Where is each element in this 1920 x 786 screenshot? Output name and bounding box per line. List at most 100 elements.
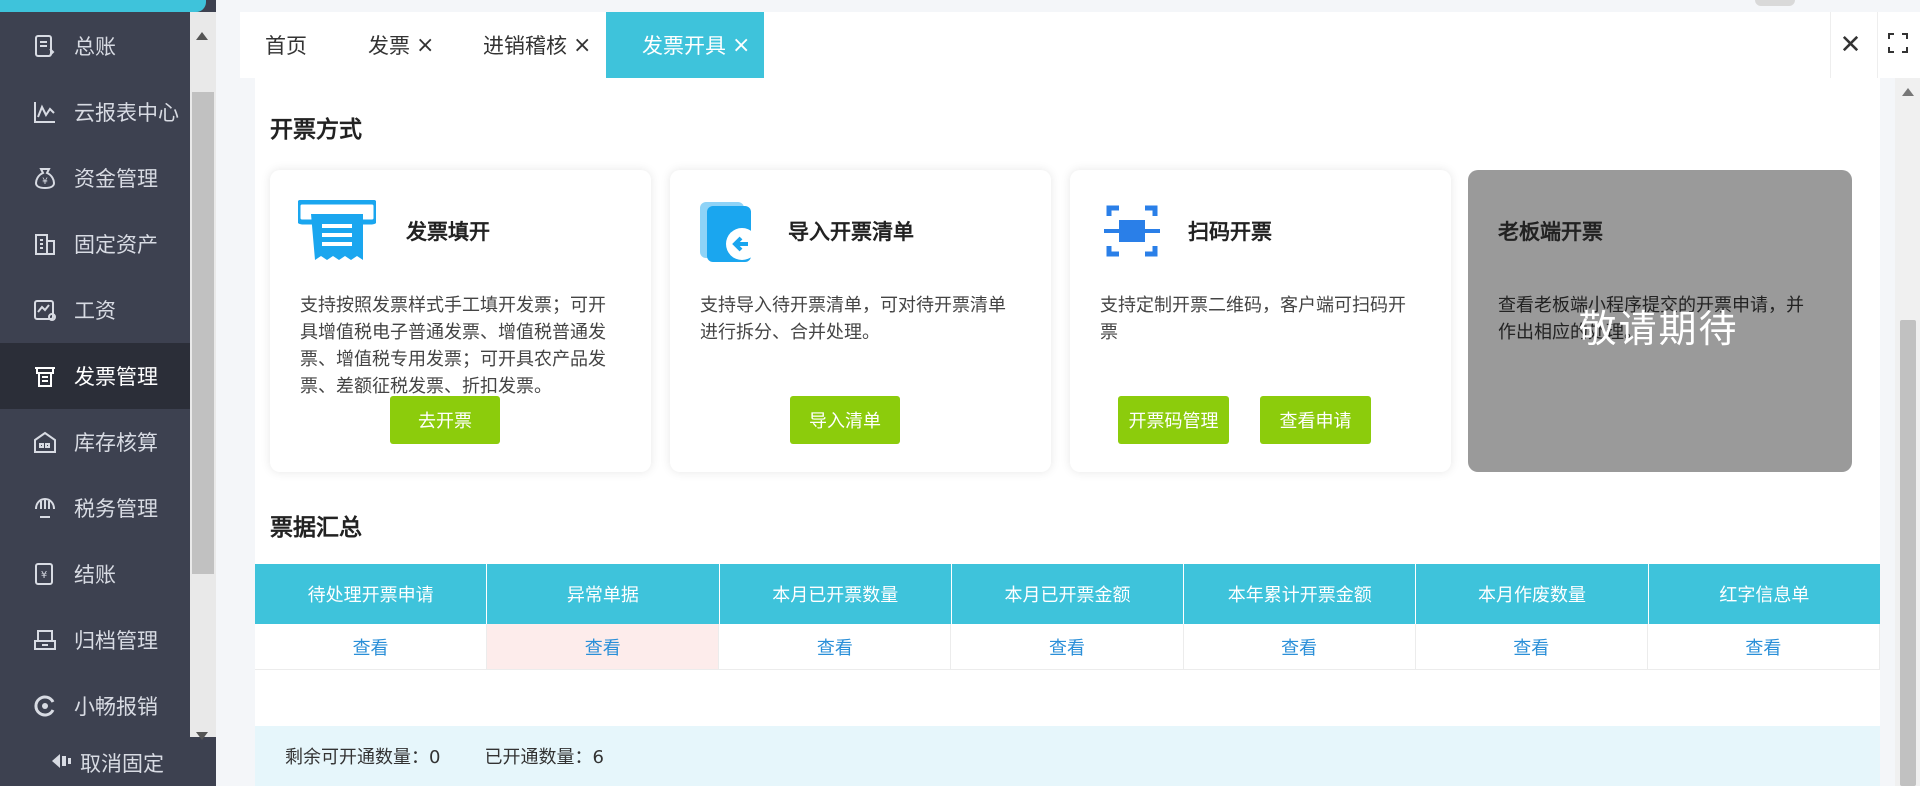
import-list-button[interactable]: 导入清单 xyxy=(790,396,900,444)
sidebar-item-label: 云报表中心 xyxy=(74,101,179,125)
tab-label: 发票 xyxy=(368,34,410,58)
svg-text:¥: ¥ xyxy=(41,570,47,581)
scroll-down-arrow-icon[interactable] xyxy=(196,732,208,740)
invoice-printer-icon xyxy=(295,199,379,262)
salary-icon xyxy=(32,297,58,323)
sidebar-item-inventory[interactable]: 库存核算 xyxy=(0,409,216,475)
building-icon xyxy=(32,231,58,257)
sidebar-item-label: 发票管理 xyxy=(74,365,158,389)
tab-invoice[interactable]: 发票 × xyxy=(368,12,434,78)
remaining-quota: 剩余可开通数量：0 xyxy=(285,747,441,768)
view-link[interactable]: 查看 xyxy=(255,624,488,669)
tab-home[interactable]: 首页 xyxy=(265,12,307,78)
avatar[interactable] xyxy=(1755,0,1795,6)
tab-bar: 首页 发票 × 进销稽核 × 发票开具 × xyxy=(240,12,1920,78)
view-applications-button[interactable]: 查看申请 xyxy=(1260,396,1371,444)
top-strip xyxy=(240,0,1920,12)
import-file-icon xyxy=(698,200,776,262)
money-bag-icon: ¥ xyxy=(32,165,58,191)
close-tab-button[interactable]: ✕ xyxy=(1830,12,1870,78)
sidebar-item-label: 税务管理 xyxy=(74,497,158,521)
sidebar-scrollbar[interactable] xyxy=(190,12,216,740)
tab-purchase-sales-audit[interactable]: 进销稽核 × xyxy=(483,12,591,78)
opened-quota: 已开通数量：6 xyxy=(484,747,604,768)
card-title: 发票填开 xyxy=(406,220,490,244)
close-icon[interactable]: × xyxy=(573,33,591,58)
view-link[interactable]: 查看 xyxy=(1416,624,1648,669)
scroll-up-arrow-icon[interactable] xyxy=(1902,88,1914,96)
table-row: 查看 查看 查看 查看 查看 查看 查看 xyxy=(255,624,1880,670)
invoice-icon xyxy=(32,363,58,389)
column-header: 本月作废数量 xyxy=(1416,564,1649,624)
sidebar-menu: 总账 云报表中心 ¥ 资金管理 固定资产 工资 发票管理 库存核算 税务管理 ¥… xyxy=(0,13,216,739)
brand-strip xyxy=(0,0,206,12)
view-link[interactable]: 查看 xyxy=(1184,624,1416,669)
content-scroll-thumb[interactable] xyxy=(1900,320,1916,786)
sidebar-item-funds[interactable]: ¥ 资金管理 xyxy=(0,145,216,211)
sidebar-scroll-thumb[interactable] xyxy=(192,92,214,574)
view-link[interactable]: 查看 xyxy=(1648,624,1880,669)
card-title: 导入开票清单 xyxy=(788,220,914,244)
invoice-code-manage-button[interactable]: 开票码管理 xyxy=(1118,396,1229,444)
content-scrollbar[interactable] xyxy=(1895,78,1920,786)
sidebar-item-label: 库存核算 xyxy=(74,431,158,455)
view-link[interactable]: 查看 xyxy=(487,624,720,669)
chart-line-icon xyxy=(32,99,58,125)
sidebar-item-salary[interactable]: 工资 xyxy=(0,277,216,343)
sidebar-item-label: 固定资产 xyxy=(74,233,158,257)
column-header: 本月已开票数量 xyxy=(720,564,952,624)
scroll-up-arrow-icon[interactable] xyxy=(196,32,208,40)
sidebar-item-label: 归档管理 xyxy=(74,629,158,653)
card-boss-invoice: 老板端开票 查看老板端小程序提交的开票申请，并作出相应的处理。 敬请期待 xyxy=(1468,170,1852,472)
scan-code-icon xyxy=(1098,200,1176,262)
sidebar-item-label: 总账 xyxy=(74,35,116,59)
card-manual-invoice: 发票填开 支持按照发票样式手工填开发票；可开具增值税电子普通发票、增值税普通发票… xyxy=(270,170,651,472)
card-scan-invoice: 扫码开票 支持定制开票二维码，客户端可扫码开票 开票码管理 查看申请 xyxy=(1070,170,1451,472)
fullscreen-icon xyxy=(1887,30,1908,60)
go-issue-button[interactable]: 去开票 xyxy=(390,396,500,444)
sidebar-item-reimburse[interactable]: 小畅报销 xyxy=(0,673,216,739)
reimburse-icon xyxy=(32,693,58,719)
card-description: 支持导入待开票清单，可对待开票清单进行拆分、合并处理。 xyxy=(700,295,1006,343)
close-icon[interactable]: × xyxy=(416,33,434,58)
card-description: 支持按照发票样式手工填开发票；可开具增值税电子普通发票、增值税普通发票、增值税专… xyxy=(300,295,606,397)
close-icon[interactable]: × xyxy=(732,33,750,58)
column-header: 本年累计开票金额 xyxy=(1184,564,1417,624)
sidebar-item-invoice[interactable]: 发票管理 xyxy=(0,343,216,409)
sidebar-item-fixed-assets[interactable]: 固定资产 xyxy=(0,211,216,277)
section-title-summary: 票据汇总 xyxy=(270,515,362,541)
quota-bar: 剩余可开通数量：0 已开通数量：6 xyxy=(255,726,1880,786)
sidebar-item-closing[interactable]: ¥ 结账 xyxy=(0,541,216,607)
sidebar-item-label: 小畅报销 xyxy=(74,695,158,719)
sidebar: 总账 云报表中心 ¥ 资金管理 固定资产 工资 发票管理 库存核算 税务管理 ¥… xyxy=(0,0,216,786)
card-import-list: 导入开票清单 支持导入待开票清单，可对待开票清单进行拆分、合并处理。 导入清单 xyxy=(670,170,1051,472)
unpin-label: 取消固定 xyxy=(80,752,164,776)
close-icon: ✕ xyxy=(1839,30,1862,60)
tab-label: 首页 xyxy=(265,34,307,58)
tab-label: 发票开具 xyxy=(642,34,726,58)
card-title: 扫码开票 xyxy=(1188,220,1272,244)
pin-left-icon xyxy=(52,751,74,775)
svg-text:¥: ¥ xyxy=(42,177,48,187)
sidebar-item-tax[interactable]: 税务管理 xyxy=(0,475,216,541)
column-header: 待处理开票申请 xyxy=(255,564,488,624)
view-link[interactable]: 查看 xyxy=(951,624,1184,669)
sidebar-item-label: 结账 xyxy=(74,563,116,587)
card-title: 老板端开票 xyxy=(1498,220,1603,244)
table-header: 待处理开票申请 异常单据 本月已开票数量 本月已开票金额 本年累计开票金额 本月… xyxy=(255,564,1880,624)
unpin-button[interactable]: 取消固定 xyxy=(0,740,216,786)
warehouse-icon xyxy=(32,429,58,455)
sidebar-item-ledger[interactable]: 总账 xyxy=(0,13,216,79)
archive-icon xyxy=(32,627,58,653)
sidebar-item-label: 资金管理 xyxy=(74,167,158,191)
section-title-issuing-methods: 开票方式 xyxy=(270,117,362,143)
tab-invoice-issuing[interactable]: 发票开具 × xyxy=(606,12,765,78)
column-header: 红字信息单 xyxy=(1719,585,1810,606)
main-content: 开票方式 发票填开 支持按照发票样式手工填开发票；可开具增值税电子普通发票、增值… xyxy=(255,78,1880,786)
view-link[interactable]: 查看 xyxy=(719,624,952,669)
coming-soon-overlay: 敬请期待 xyxy=(1578,307,1739,351)
sidebar-item-report-center[interactable]: 云报表中心 xyxy=(0,79,216,145)
column-header: 异常单据 xyxy=(487,564,720,624)
sidebar-item-archive[interactable]: 归档管理 xyxy=(0,607,216,673)
fullscreen-button[interactable] xyxy=(1877,12,1917,78)
